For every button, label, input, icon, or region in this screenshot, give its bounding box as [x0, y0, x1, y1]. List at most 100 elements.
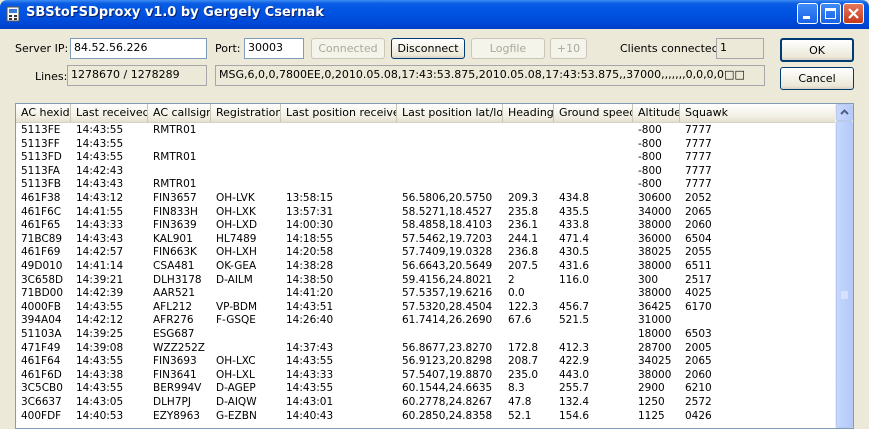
cell-callsign: DLH7PJ	[153, 396, 191, 408]
table-row[interactable]: 5113FD 14:43:55 RMTR01 -800 7777	[16, 151, 836, 165]
cell-hexid: 3C6637	[21, 396, 62, 408]
table-row[interactable]: 71BD00 14:42:39 AAR521 14:41:20 57.5357,19.6…	[16, 287, 836, 301]
cell-callsign: EZY8963	[153, 409, 200, 422]
vertical-scrollbar[interactable]	[835, 104, 853, 428]
cell-last-position-received: 14:43:55	[286, 355, 334, 368]
cell-callsign: FIN663K	[153, 246, 197, 259]
lines-label: Lines:	[35, 70, 68, 83]
cell-callsign: CSA481	[153, 260, 195, 272]
port-input[interactable]: 30003	[244, 38, 304, 59]
table-row[interactable]: 471F49 14:39:08 WZZ252Z 14:37:43 56.8677,23.…	[16, 342, 836, 356]
column-header[interactable]: Last received	[71, 104, 148, 122]
column-header[interactable]: Squawk	[680, 104, 836, 122]
server-ip-input[interactable]: 84.52.56.226	[70, 38, 207, 59]
cell-squawk: 4025	[685, 287, 712, 300]
table-row[interactable]: 461F38 14:43:12 FIN3657 OH-LVK 13:58:15 56.58…	[16, 192, 836, 206]
lines-value: 1278670 / 1278289	[67, 65, 207, 86]
cell-last-received: 14:41:14	[76, 260, 124, 272]
cell-ground-speed: 154.6	[559, 409, 590, 422]
cell-lat-lon: 57.5320,28.4504	[402, 300, 493, 313]
table-row[interactable]: 5113FA 14:42:43 -800 7777	[16, 165, 836, 179]
cell-callsign: FIN3641	[153, 368, 197, 381]
port-label: Port:	[215, 42, 241, 55]
cell-ground-speed: 255.7	[559, 382, 590, 395]
column-header[interactable]: Altitude	[633, 104, 680, 122]
cell-altitude: -800	[638, 151, 662, 164]
cell-last-received: 14:40:53	[76, 409, 124, 422]
cell-callsign: FIN833H	[153, 205, 198, 218]
table-row[interactable]: 3C5CB0 14:43:55 BER994V D-AGEP 14:43:55 60.15…	[16, 382, 836, 396]
logfile-button[interactable]: Logfile	[471, 38, 545, 59]
column-header[interactable]: Heading	[503, 104, 554, 122]
cell-altitude: 38000	[638, 287, 672, 300]
cell-callsign: WZZ252Z	[153, 341, 206, 354]
table-row[interactable]: 71BC89 14:43:43 KAL901 HL7489 14:18:55 57.546…	[16, 233, 836, 247]
maximize-button[interactable]	[820, 3, 841, 24]
cell-lat-lon: 60.1544,24.6635	[402, 382, 493, 395]
table-row[interactable]: 51103A 14:39:25 ESG687 18000 6503	[16, 328, 836, 342]
cell-hexid: 461F64	[21, 355, 61, 368]
cell-callsign: AFL212	[153, 300, 193, 313]
cell-registration: D-AILM	[216, 273, 253, 286]
cell-hexid: 461F65	[21, 219, 61, 232]
ok-button[interactable]: OK	[780, 38, 854, 62]
table-row[interactable]: 5113FE 14:43:55 RMTR01 -800 7777	[16, 124, 836, 138]
minimize-icon	[803, 16, 810, 19]
column-header[interactable]: Registration	[211, 104, 281, 122]
cell-hexid: 400FDF	[21, 409, 62, 422]
table-row[interactable]: 461F65 14:43:33 FIN3639 OH-LXD 14:00:30 58.48…	[16, 219, 836, 233]
table-row[interactable]: 400FDF 14:40:53 EZY8963 G-EZBN 14:40:43 60.28…	[16, 410, 836, 424]
table-row[interactable]: 4000FB 14:43:55 AFL212 VP-BDM 14:43:51 57.532…	[16, 301, 836, 315]
cell-callsign: FIN3657	[153, 192, 197, 204]
cancel-button[interactable]: Cancel	[780, 67, 854, 90]
table-row[interactable]: 461F6C 14:41:55 FIN833H OH-LXK 13:57:31 58.52…	[16, 206, 836, 220]
aircraft-list[interactable]: AC hexid Last received AC callsign Regis…	[15, 103, 854, 429]
cell-hexid: 5113FE	[21, 124, 61, 136]
column-header[interactable]: AC hexid	[16, 104, 71, 122]
table-row[interactable]: 461F64 14:43:55 FIN3693 OH-LXC 14:43:55 56.91…	[16, 355, 836, 369]
cell-squawk: 2065	[685, 205, 712, 218]
cell-callsign: KAL901	[153, 232, 193, 245]
column-header[interactable]: Ground speed	[554, 104, 633, 122]
cell-last-position-received: 14:00:30	[286, 219, 334, 232]
scroll-up-button[interactable]	[836, 104, 853, 121]
cell-hexid: 3C658D	[21, 273, 64, 286]
cell-lat-lon: 57.5462,19.7203	[402, 232, 493, 245]
column-header[interactable]: Last position lat/lon	[397, 104, 503, 122]
cell-last-position-received: 14:38:50	[286, 273, 334, 286]
disconnect-button[interactable]: Disconnect	[391, 38, 465, 59]
plus10-button[interactable]: +10	[550, 38, 587, 59]
column-header[interactable]: Last position received	[281, 104, 397, 122]
column-header[interactable]: AC callsign	[148, 104, 211, 122]
cell-heading: 122.3	[508, 300, 539, 313]
table-row[interactable]: 394A04 14:42:12 AFR276 F-GSQE 14:26:40 61.741…	[16, 314, 836, 328]
table-row[interactable]: 49D010 14:41:14 CSA481 OK-GEA 14:38:28 56.664…	[16, 260, 836, 274]
cell-lat-lon: 59.4156,24.8021	[402, 273, 493, 286]
close-button[interactable]	[843, 3, 864, 24]
cell-heading: 8.3	[508, 382, 525, 395]
scroll-thumb[interactable]	[836, 121, 853, 428]
cell-last-received: 14:39:25	[76, 328, 124, 340]
table-row[interactable]: 461F69 14:42:57 FIN663K OH-LXH 14:20:58 57.74…	[16, 246, 836, 260]
cell-registration: OH-LXH	[216, 246, 257, 259]
table-row[interactable]: 461F6D 14:43:38 FIN3641 OH-LXL 14:43:33 57.54…	[16, 369, 836, 383]
arrow-up-icon	[840, 109, 849, 115]
cell-squawk: 6170	[685, 300, 712, 313]
cell-last-received: 14:43:43	[76, 232, 124, 245]
cell-last-received: 14:43:55	[76, 151, 124, 164]
cell-callsign: ESG687	[153, 328, 195, 340]
table-row[interactable]: 3C658D 14:39:21 DLH3178 D-AILM 14:38:50 59.41…	[16, 274, 836, 288]
cell-hexid: 461F69	[21, 246, 61, 259]
cell-lat-lon: 57.5407,19.8870	[402, 368, 493, 381]
cell-altitude: 36425	[638, 300, 672, 313]
title-bar[interactable]: SBStoFSDproxy v1.0 by Gergely Csernak	[0, 0, 869, 29]
cell-lat-lon: 61.7414,26.2690	[402, 314, 493, 327]
cell-heading: 235.8	[508, 205, 539, 218]
table-row[interactable]: 5113FF 14:43:55 -800 7777	[16, 138, 836, 152]
cell-squawk: 2005	[685, 341, 712, 354]
table-row[interactable]: 5113FB 14:43:43 RMTR01 -800 7777	[16, 178, 836, 192]
table-row[interactable]: 3C6637 14:43:05 DLH7PJ D-AIQW 14:43:01 60.277…	[16, 396, 836, 410]
cell-hexid: 71BD00	[21, 287, 64, 300]
minimize-button[interactable]	[797, 3, 818, 24]
connected-button[interactable]: Connected	[311, 38, 385, 59]
